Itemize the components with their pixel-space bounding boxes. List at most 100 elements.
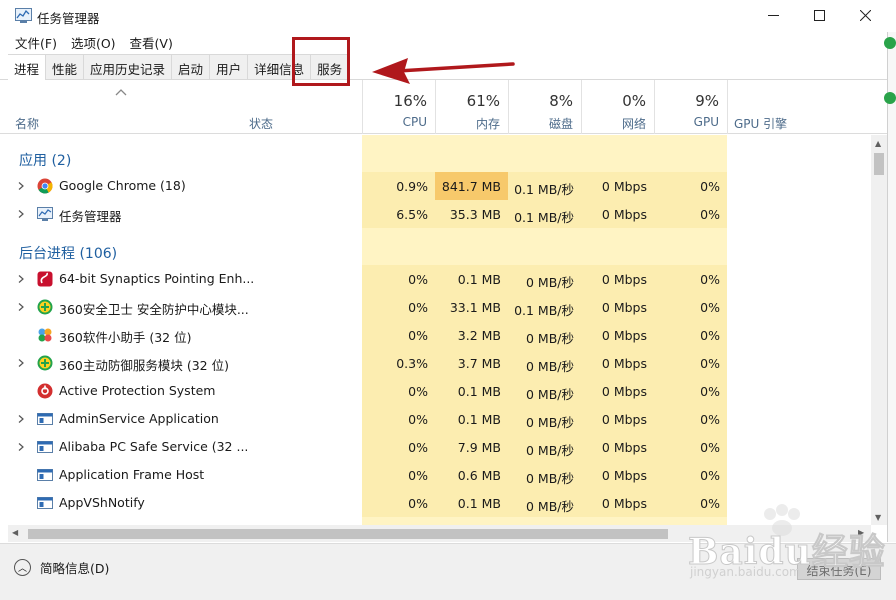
group-background[interactable]: 后台进程 (106)	[0, 232, 870, 266]
network-cell: 0 Mbps	[581, 293, 654, 321]
cpu-cell: 0%	[362, 405, 435, 433]
fewer-details-label: 简略信息(D)	[40, 561, 110, 576]
process-name: 360软件小助手 (32 位)	[59, 330, 192, 345]
minimize-button[interactable]	[750, 0, 796, 30]
gpu-cell: 0%	[654, 172, 727, 200]
tab-app-history[interactable]: 应用历史记录	[83, 54, 173, 80]
tab-startup[interactable]: 启动	[171, 54, 211, 80]
memory-cell: 35.3 MB	[435, 200, 508, 228]
disk-cell: 0 MB/秒	[508, 405, 581, 433]
tab-users[interactable]: 用户	[209, 54, 249, 80]
menu-options[interactable]: 选项(O)	[64, 32, 123, 52]
process-name: 360主动防御服务模块 (32 位)	[59, 358, 229, 373]
memory-cell: 0.1 MB	[435, 377, 508, 405]
tab-processes[interactable]: 进程	[8, 54, 47, 80]
scroll-left-arrow-icon[interactable]: ◀	[12, 528, 18, 537]
column-cpu[interactable]: 16% CPU	[362, 80, 435, 134]
process-name: 64-bit Synaptics Pointing Enh...	[59, 271, 255, 286]
gpu-cell: 0%	[654, 433, 727, 461]
360-helper-icon	[38, 328, 52, 342]
process-name: Active Protection System	[59, 383, 216, 398]
memory-cell: 3.7 MB	[435, 349, 508, 377]
360-plus-icon	[37, 299, 53, 315]
gpu-cell: 0%	[654, 405, 727, 433]
expand-chevron-icon[interactable]	[16, 302, 26, 312]
column-status[interactable]: 状态	[249, 115, 273, 132]
cpu-cell: 0%	[362, 433, 435, 461]
cpu-cell: 0.3%	[362, 349, 435, 377]
task-manager-icon	[37, 207, 53, 221]
background-status-dot-icon	[884, 92, 896, 104]
cpu-cell: 0%	[362, 377, 435, 405]
maximize-button[interactable]	[796, 0, 842, 30]
cpu-total: 16%	[393, 92, 427, 110]
process-row[interactable]: Google Chrome (18) 0.9% 841.7 MB 0.1 MB/秒 0 …	[0, 172, 870, 200]
column-name[interactable]: 名称	[15, 115, 39, 132]
tab-performance[interactable]: 性能	[45, 54, 85, 80]
sort-chevron-up-icon[interactable]	[114, 88, 128, 98]
memory-cell: 0.6 MB	[435, 461, 508, 489]
scroll-down-arrow-icon[interactable]: ▼	[875, 513, 881, 522]
gpu-total: 9%	[695, 92, 719, 110]
column-network[interactable]: 0% 网络	[581, 80, 654, 134]
expand-chevron-icon[interactable]	[16, 274, 26, 284]
column-gpu-engine[interactable]: GPU 引擎	[734, 115, 787, 132]
close-icon	[859, 9, 871, 21]
process-name: 任务管理器	[59, 209, 122, 224]
process-name: Alibaba PC Safe Service (32 ...	[59, 439, 249, 454]
process-row[interactable]: 任务管理器 6.5% 35.3 MB 0.1 MB/秒 0 Mbps 0%	[0, 200, 870, 228]
expand-chevron-icon[interactable]	[16, 209, 26, 219]
menu-bar: 文件(F) 选项(O) 查看(V)	[8, 32, 180, 52]
menu-file[interactable]: 文件(F)	[8, 32, 64, 52]
column-gpu[interactable]: 9% GPU	[654, 80, 727, 134]
column-separator	[727, 80, 728, 134]
disk-total: 8%	[549, 92, 573, 110]
task-manager-window: 任务管理器 文件(F) 选项(O) 查看(V) 进程 性能 应用历史记录 启动 …	[0, 0, 896, 600]
network-cell: 0 Mbps	[581, 200, 654, 228]
column-memory[interactable]: 61% 内存	[435, 80, 508, 134]
tab-strip: 进程 性能 应用历史记录 启动 用户 详细信息 服务	[8, 54, 350, 80]
aps-icon	[37, 383, 53, 399]
network-cell: 0 Mbps	[581, 349, 654, 377]
network-cell: 0 Mbps	[581, 433, 654, 461]
expand-chevron-icon[interactable]	[16, 181, 26, 191]
network-total: 0%	[622, 92, 646, 110]
cpu-cell: 0%	[362, 293, 435, 321]
column-disk[interactable]: 8% 磁盘	[508, 80, 581, 134]
tab-services[interactable]: 服务	[310, 54, 350, 80]
fewer-details-button[interactable]: ︿ 简略信息(D)	[14, 558, 109, 577]
process-row[interactable]: AdminService Application 0% 0.1 MB 0 MB/秒 0 …	[0, 405, 870, 433]
window-title: 任务管理器	[37, 11, 100, 26]
cpu-cell: 0%	[362, 461, 435, 489]
menu-view[interactable]: 查看(V)	[123, 32, 180, 52]
gpu-cell: 0%	[654, 377, 727, 405]
gpu-cell: 0%	[654, 489, 727, 517]
close-button[interactable]	[842, 0, 888, 30]
expand-chevron-icon[interactable]	[16, 358, 26, 368]
process-row[interactable]: 360主动防御服务模块 (32 位) 0.3% 3.7 MB 0 MB/秒 0 Mbps…	[0, 349, 870, 377]
expand-chevron-icon[interactable]	[16, 414, 26, 424]
vertical-scroll-thumb[interactable]	[874, 153, 884, 175]
vertical-scrollbar[interactable]: ▲ ▼	[871, 135, 887, 525]
group-apps[interactable]: 应用 (2)	[0, 139, 870, 173]
process-row[interactable]: 360软件小助手 (32 位) 0% 3.2 MB 0 MB/秒 0 Mbps 0%	[0, 321, 870, 349]
expand-chevron-icon[interactable]	[16, 442, 26, 452]
horizontal-scroll-thumb[interactable]	[28, 529, 668, 539]
process-row[interactable]: Active Protection System 0% 0.1 MB 0 MB/秒 0 …	[0, 377, 870, 405]
process-row[interactable]: Application Frame Host 0% 0.6 MB 0 MB/秒 0 Mb…	[0, 461, 870, 489]
process-row[interactable]: 64-bit Synaptics Pointing Enh... 0% 0.1 MB…	[0, 265, 870, 293]
process-row[interactable]: AppVShNotify 0% 0.1 MB 0 MB/秒 0 Mbps 0%	[0, 489, 870, 517]
tab-details[interactable]: 详细信息	[247, 54, 312, 80]
scroll-up-arrow-icon[interactable]: ▲	[875, 139, 881, 148]
chevron-up-circle-icon: ︿	[14, 559, 31, 576]
process-row[interactable]: Alibaba PC Safe Service (32 ... 0% 7.9 MB 0…	[0, 433, 870, 461]
chrome-icon	[37, 178, 53, 194]
process-row[interactable]: 360安全卫士 安全防护中心模块... 0% 33.1 MB 0.1 MB/秒 0 Mb…	[0, 293, 870, 321]
memory-cell: 7.9 MB	[435, 433, 508, 461]
cpu-cell: 6.5%	[362, 200, 435, 228]
app-window-icon	[37, 441, 53, 453]
disk-cell: 0 MB/秒	[508, 489, 581, 517]
disk-cell: 0 MB/秒	[508, 377, 581, 405]
watermark-url: jingyan.baidu.com	[690, 565, 801, 579]
process-name: AppVShNotify	[59, 495, 145, 510]
